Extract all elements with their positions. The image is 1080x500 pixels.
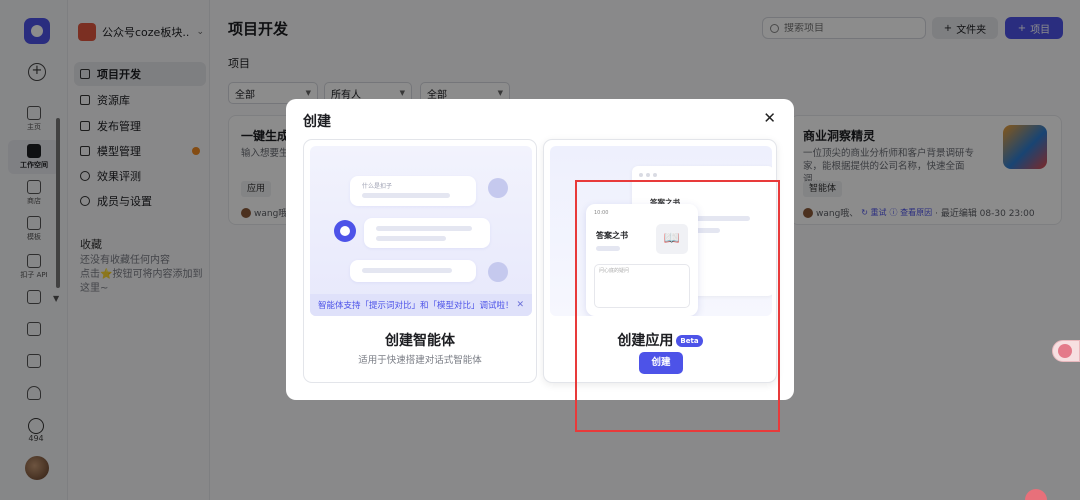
close-icon[interactable]: ✕: [516, 300, 524, 310]
chat-bubble: 什么是扣子: [350, 176, 476, 206]
user-avatar-icon: [488, 178, 508, 198]
chat-bubble: [350, 260, 476, 282]
modal-title: 创建: [303, 114, 331, 130]
option-title: 创建智能体: [385, 333, 455, 349]
agent-illustration: 什么是扣子 智能体支持「提示词对比」和「模型对比」调试啦！ ✕: [310, 146, 532, 316]
bot-avatar-icon: [334, 220, 356, 242]
feature-banner: 智能体支持「提示词对比」和「模型对比」调试啦！ ✕: [310, 294, 532, 316]
create-agent-option[interactable]: 什么是扣子 智能体支持「提示词对比」和「模型对比」调试啦！ ✕ 创建智能体 适用…: [303, 139, 537, 383]
option-subtitle: 适用于快速搭建对话式智能体: [358, 355, 482, 366]
annotation-highlight-box: [575, 180, 780, 432]
chat-bubble: [364, 218, 490, 248]
close-icon[interactable]: ✕: [763, 110, 776, 126]
user-avatar-icon: [488, 262, 508, 282]
floating-assistant-icon[interactable]: [1052, 340, 1080, 362]
